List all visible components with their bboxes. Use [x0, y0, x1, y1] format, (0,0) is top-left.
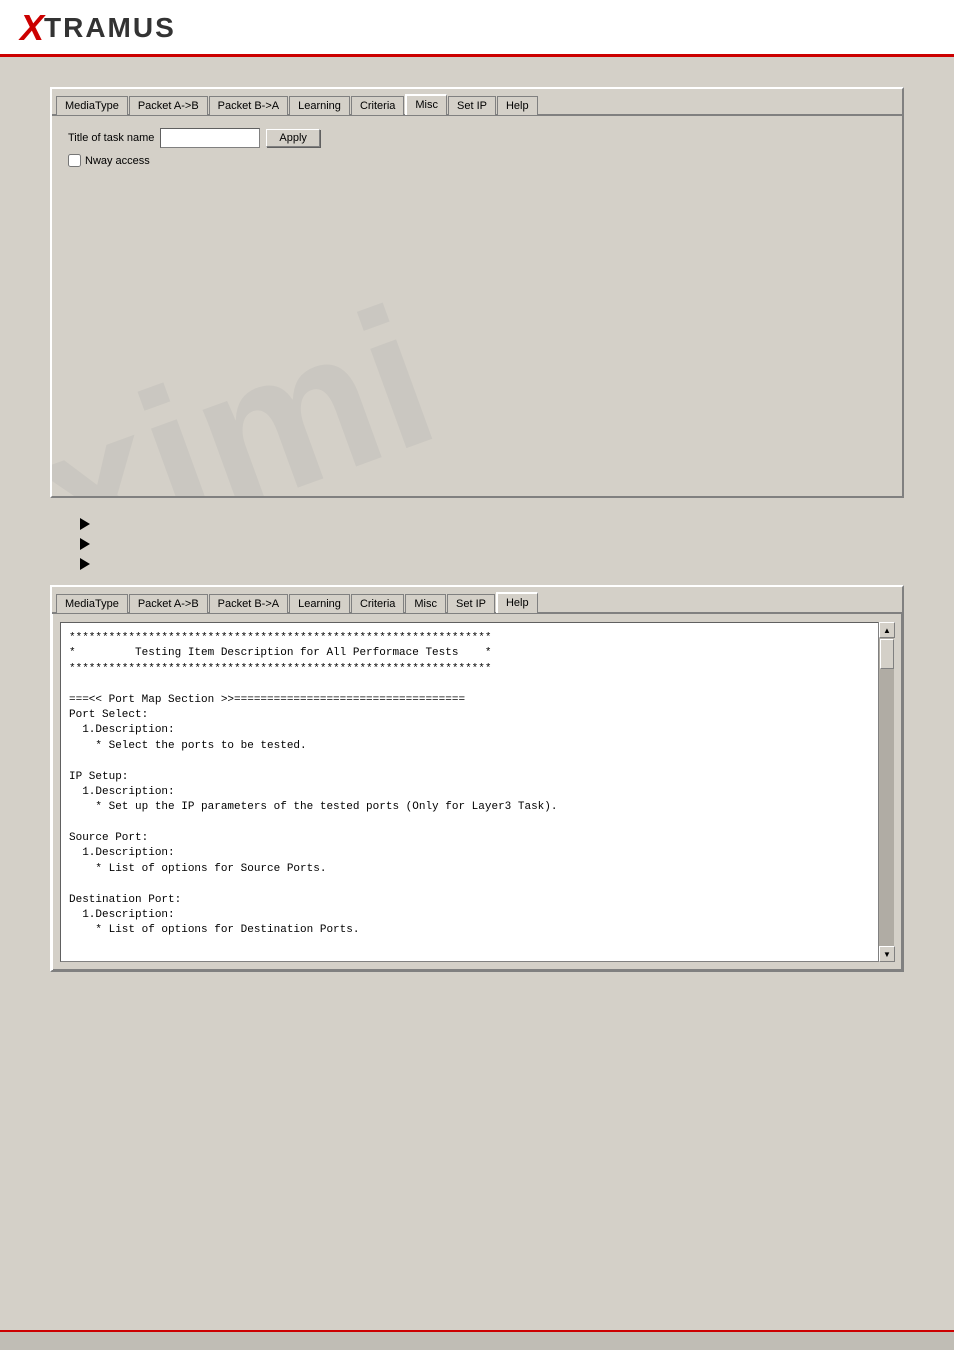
tab-packetab-2[interactable]: Packet A->B: [129, 594, 208, 613]
help-line-7: * Select the ports to be tested.: [69, 739, 873, 754]
scroll-up-btn[interactable]: ▲: [879, 622, 895, 638]
help-line-0: ****************************************…: [69, 631, 873, 646]
nway-checkbox-row: Nway access: [68, 154, 886, 167]
panel-2: MediaType Packet A->B Packet B->A Learni…: [50, 585, 904, 972]
main-content: MediaType Packet A->B Packet B->A Learni…: [0, 57, 954, 1022]
scrollbar-thumb[interactable]: [880, 639, 894, 669]
panel-body-1: Title of task name Apply Nway access xim…: [52, 116, 902, 496]
tab-misc-2[interactable]: Misc: [405, 594, 446, 613]
nway-checkbox[interactable]: [68, 154, 81, 167]
help-line-17: Destination Port:: [69, 893, 873, 908]
help-line-10: 1.Description:: [69, 785, 873, 800]
help-text-area: ****************************************…: [60, 622, 894, 962]
watermark-1: ximi: [52, 116, 902, 496]
help-line-5: Port Select:: [69, 708, 873, 723]
tab-mediatype-1[interactable]: MediaType: [56, 96, 128, 115]
logo-x: X: [20, 10, 44, 46]
panel-body-2: ****************************************…: [52, 614, 902, 970]
help-line-1: * Testing Item Description for All Perfo…: [69, 646, 873, 661]
panel-1: MediaType Packet A->B Packet B->A Learni…: [50, 87, 904, 498]
logo-tramus: TRAMUS: [44, 12, 176, 44]
help-line-2: ****************************************…: [69, 662, 873, 677]
tab-packetab-1[interactable]: Packet A->B: [129, 96, 208, 115]
bullet-item-2: [80, 538, 904, 550]
help-lines: ****************************************…: [69, 631, 873, 939]
apply-button[interactable]: Apply: [266, 129, 320, 147]
title-input[interactable]: [160, 128, 260, 148]
help-line-18: 1.Description:: [69, 908, 873, 923]
tab-learning-2[interactable]: Learning: [289, 594, 350, 613]
help-line-16: [69, 877, 873, 892]
tab-help-2[interactable]: Help: [496, 592, 538, 613]
title-form-row: Title of task name Apply: [68, 128, 886, 148]
help-line-9: IP Setup:: [69, 770, 873, 785]
scrollbar-track: [879, 638, 894, 946]
tab-packetba-1[interactable]: Packet B->A: [209, 96, 288, 115]
tab-criteria-1[interactable]: Criteria: [351, 96, 404, 115]
svg-text:ximi: ximi: [52, 265, 460, 496]
help-line-15: * List of options for Source Ports.: [69, 862, 873, 877]
tab-packetba-2[interactable]: Packet B->A: [209, 594, 288, 613]
tab-learning-1[interactable]: Learning: [289, 96, 350, 115]
scroll-down-btn[interactable]: ▼: [879, 946, 895, 962]
watermark-svg-1: ximi: [52, 116, 902, 496]
help-line-12: [69, 816, 873, 831]
tab-bar-1: MediaType Packet A->B Packet B->A Learni…: [52, 89, 902, 116]
help-line-19: * List of options for Destination Ports.: [69, 923, 873, 938]
help-line-13: Source Port:: [69, 831, 873, 846]
nway-label: Nway access: [85, 155, 150, 167]
bullet-item-1: [80, 518, 904, 530]
tab-help-1[interactable]: Help: [497, 96, 538, 115]
tab-criteria-2[interactable]: Criteria: [351, 594, 404, 613]
tab-bar-2: MediaType Packet A->B Packet B->A Learni…: [52, 587, 902, 614]
bullet-item-3: [80, 558, 904, 570]
arrow-icon-1: [80, 518, 90, 530]
tab-misc-1[interactable]: Misc: [405, 94, 447, 115]
arrow-icon-2: [80, 538, 90, 550]
help-line-11: * Set up the IP parameters of the tested…: [69, 800, 873, 815]
bullet-list: [50, 518, 904, 570]
tab-mediatype-2[interactable]: MediaType: [56, 594, 128, 613]
title-label: Title of task name: [68, 132, 154, 144]
help-line-6: 1.Description:: [69, 723, 873, 738]
header: XTRAMUS: [0, 0, 954, 57]
arrow-icon-3: [80, 558, 90, 570]
help-line-3: [69, 677, 873, 692]
help-line-8: [69, 754, 873, 769]
help-line-14: 1.Description:: [69, 846, 873, 861]
help-line-4: ===<< Port Map Section >>===============…: [69, 693, 873, 708]
tab-setip-2[interactable]: Set IP: [447, 594, 495, 613]
tab-setip-1[interactable]: Set IP: [448, 96, 496, 115]
footer: [0, 1330, 954, 1350]
help-content-wrapper: ****************************************…: [60, 622, 894, 962]
scrollbar: ▲ ▼: [878, 622, 894, 962]
